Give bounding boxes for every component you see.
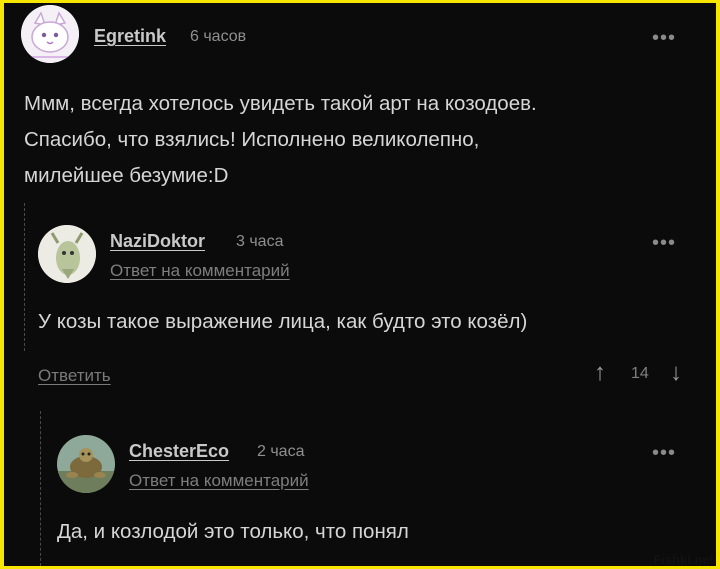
username-nazidoktor[interactable]: NaziDoktor [110, 231, 205, 252]
comments-panel: Egretink 6 часов ••• Ммм, всегда хотелос… [4, 3, 716, 566]
reply-button[interactable]: Ответить [38, 366, 111, 386]
more-options-icon[interactable]: ••• [652, 442, 676, 465]
avatar-nazidoktor[interactable] [38, 225, 96, 283]
comment-time: 3 часа [236, 233, 284, 250]
comment-text: Да, и козлодой это только, что понял [57, 520, 409, 543]
comment-time: 2 часа [257, 443, 305, 460]
comment-time: 6 часов [190, 28, 247, 45]
upvote-icon[interactable]: ↑ [594, 359, 606, 387]
comment-text: У козы такое выражение лица, как будто э… [38, 310, 528, 333]
reply-to-link[interactable]: Ответ на комментарий [129, 471, 309, 491]
comment-text: Ммм, всегда хотелось увидеть такой арт н… [24, 86, 694, 194]
downvote-icon[interactable]: ↓ [670, 359, 682, 387]
comment-line: милейшее безумие:D [24, 164, 229, 187]
more-options-icon[interactable]: ••• [652, 27, 676, 50]
reply-to-link[interactable]: Ответ на комментарий [110, 261, 290, 281]
goat-avatar-icon [38, 225, 96, 283]
thread-line [40, 411, 41, 566]
score: 14 [631, 365, 649, 382]
thread-line [24, 203, 25, 351]
comment-line: Спасибо, что взялись! Исполнено великоле… [24, 128, 480, 151]
avatar-chestereco[interactable] [57, 435, 115, 493]
username-chestereco[interactable]: ChesterEco [129, 441, 229, 462]
avatar-egretink[interactable] [21, 5, 79, 63]
comment-line: Ммм, всегда хотелось увидеть такой арт н… [24, 92, 537, 115]
username-egretink[interactable]: Egretink [94, 26, 166, 47]
cat-avatar-icon [21, 5, 79, 63]
watermark-logo: Fishki.net [653, 552, 714, 567]
more-options-icon[interactable]: ••• [652, 232, 676, 255]
turtle-avatar-icon [57, 435, 115, 493]
